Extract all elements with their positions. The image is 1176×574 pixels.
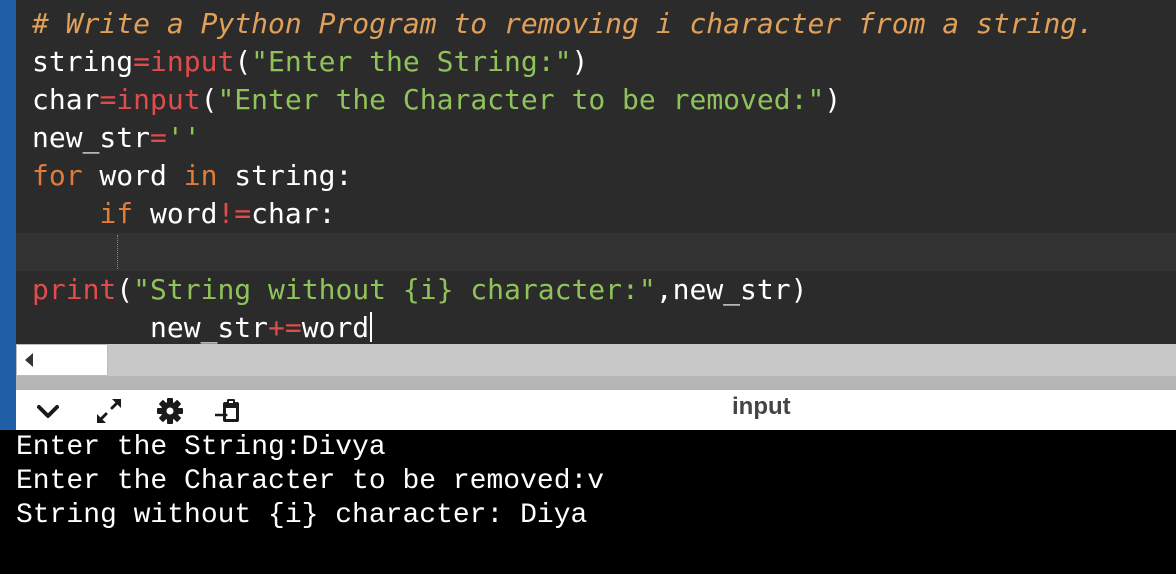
text-cursor: [370, 312, 373, 342]
code-line[interactable]: new_str='': [16, 119, 1176, 157]
code-editor[interactable]: # Write a Python Program to removing i c…: [16, 0, 1176, 344]
console-line: Enter the String:Divya: [16, 432, 386, 463]
code-operator: !=: [217, 197, 252, 230]
code-operator: =: [99, 83, 117, 116]
code-line-current[interactable]: new_str+=word: [16, 233, 1176, 344]
console-output[interactable]: Enter the String:Divya Enter the Charact…: [0, 430, 1176, 574]
code-line[interactable]: # Write a Python Program to removing i c…: [16, 5, 1176, 43]
scroll-left-arrow-icon: [25, 353, 33, 367]
code-keyword: if: [99, 197, 134, 230]
code-token: word: [82, 159, 184, 192]
console-line: Enter the Character to be removed:v: [16, 466, 605, 497]
code-token: word: [133, 197, 218, 230]
code-builtin: print: [32, 273, 117, 306]
code-operator: +=: [268, 311, 302, 344]
console-title: input: [732, 393, 791, 420]
code-token: (: [234, 45, 252, 78]
code-token: ): [571, 45, 589, 78]
scroll-left-button[interactable]: [16, 344, 108, 376]
code-token: ): [824, 83, 842, 116]
code-token: (: [200, 83, 218, 116]
code-token: new_str: [32, 121, 151, 154]
code-builtin: input: [150, 45, 235, 78]
code-keyword: in: [183, 159, 218, 192]
code-string: "Enter the String:": [251, 45, 572, 78]
collapse-chevron-icon[interactable]: [33, 396, 63, 426]
indent-guide: [117, 235, 118, 269]
panel-divider[interactable]: [16, 376, 1176, 390]
code-token: word: [301, 311, 370, 344]
code-comment: # Write a Python Program to removing i c…: [32, 7, 1095, 40]
code-token: new_str: [65, 311, 269, 344]
code-line[interactable]: print("String without {i} character:",ne…: [16, 271, 1176, 309]
code-operator: =: [150, 121, 167, 154]
code-line[interactable]: string=input("Enter the String:"): [16, 43, 1176, 81]
clipboard-paste-icon[interactable]: [213, 396, 243, 426]
code-line[interactable]: if word!=char:: [16, 195, 1176, 233]
code-token: (: [116, 273, 134, 306]
code-string: '': [166, 121, 201, 154]
code-string: "Enter the Character to be removed:": [217, 83, 825, 116]
code-token: string: [32, 45, 134, 78]
code-line[interactable]: for word in string:: [16, 157, 1176, 195]
horizontal-scrollbar[interactable]: [16, 344, 1176, 376]
console-line: String without {i} character: Diya: [16, 500, 588, 531]
console-toolbar: input: [16, 390, 1176, 430]
code-token: char:: [251, 197, 336, 230]
code-builtin: input: [116, 83, 201, 116]
code-keyword: for: [32, 159, 83, 192]
code-token: string:: [217, 159, 353, 192]
expand-arrows-icon[interactable]: [94, 396, 124, 426]
code-token: ,new_str): [655, 273, 808, 306]
code-line[interactable]: char=input("Enter the Character to be re…: [16, 81, 1176, 119]
code-string: "String without {i} character:": [133, 273, 656, 306]
gear-icon[interactable]: [155, 396, 185, 426]
code-token: char: [32, 83, 100, 116]
code-operator: =: [133, 45, 151, 78]
